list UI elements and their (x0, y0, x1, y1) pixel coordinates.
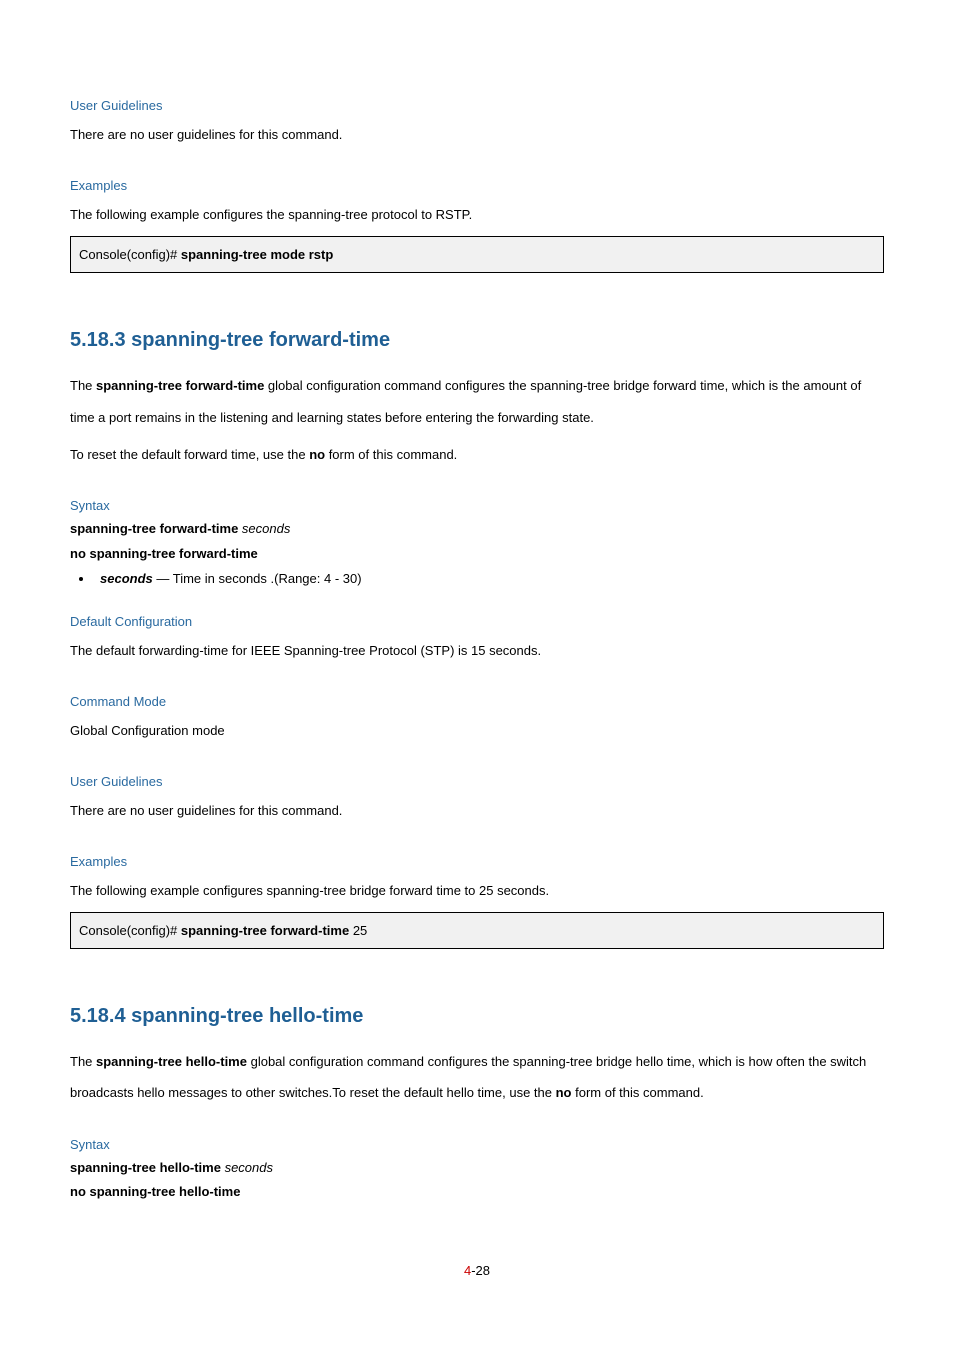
text-user-guidelines-1: There are no user guidelines for this co… (70, 119, 884, 150)
heading-user-guidelines-2: User Guidelines (70, 774, 884, 789)
param-name-seconds: seconds (100, 571, 153, 586)
code-command-2: spanning-tree forward-time (181, 923, 353, 938)
code-box-2: Console(config)# spanning-tree forward-t… (70, 912, 884, 949)
syntax1-param: seconds (242, 521, 290, 536)
desc2-bold: no (309, 447, 325, 462)
param-desc-seconds: — Time in seconds .(Range: 4 - 30) (153, 571, 362, 586)
desc-bold-2: spanning-tree hello-time (96, 1054, 247, 1069)
desc-post-2: form of this command. (572, 1085, 704, 1100)
syntax-line-2: no spanning-tree forward-time (70, 544, 884, 565)
desc-bold-1: spanning-tree forward-time (96, 378, 264, 393)
heading-syntax-1: Syntax (70, 498, 884, 513)
heading-syntax-2: Syntax (70, 1137, 884, 1152)
desc-hello-time: The spanning-tree hello-time global conf… (70, 1046, 884, 1108)
syntax1-cmd: spanning-tree forward-time (70, 521, 242, 536)
heading-default-config: Default Configuration (70, 614, 884, 629)
code-command-1: spanning-tree mode rstp (181, 247, 333, 262)
section-title-hello-time: 5.18.4 spanning-tree hello-time (70, 1005, 884, 1028)
syntax-line-4: no spanning-tree hello-time (70, 1182, 884, 1203)
syntax2-param: seconds (225, 1160, 273, 1175)
text-command-mode: Global Configuration mode (70, 715, 884, 746)
desc-forward-time-1: The spanning-tree forward-time global co… (70, 370, 884, 432)
text-example-2: The following example configures spannin… (70, 875, 884, 906)
heading-examples-2: Examples (70, 854, 884, 869)
page-number: 4-28 (70, 1263, 884, 1278)
text-user-guidelines-2: There are no user guidelines for this co… (70, 795, 884, 826)
heading-command-mode: Command Mode (70, 694, 884, 709)
section-title-forward-time: 5.18.3 spanning-tree forward-time (70, 329, 884, 352)
text-example-1: The following example configures the spa… (70, 199, 884, 230)
heading-user-guidelines-1: User Guidelines (70, 98, 884, 113)
syntax-line-1: spanning-tree forward-time seconds (70, 519, 884, 540)
desc-pre-2: The (70, 1054, 96, 1069)
param-item-seconds: seconds — Time in seconds .(Range: 4 - 3… (94, 571, 884, 586)
param-list-1: seconds — Time in seconds .(Range: 4 - 3… (94, 571, 884, 586)
code-prompt-1: Console(config)# (79, 247, 181, 262)
syntax2-cmd: spanning-tree hello-time (70, 1160, 225, 1175)
syntax-line-3: spanning-tree hello-time seconds (70, 1158, 884, 1179)
desc-forward-time-2: To reset the default forward time, use t… (70, 439, 884, 470)
desc-pre-1: The (70, 378, 96, 393)
page-number-suffix: -28 (471, 1263, 490, 1278)
heading-examples-1: Examples (70, 178, 884, 193)
desc-bold2-2: no (556, 1085, 572, 1100)
code-box-1: Console(config)# spanning-tree mode rstp (70, 236, 884, 273)
text-default-config: The default forwarding-time for IEEE Spa… (70, 635, 884, 666)
code-arg-2: 25 (353, 923, 367, 938)
desc2-post: form of this command. (325, 447, 457, 462)
code-prompt-2: Console(config)# (79, 923, 181, 938)
desc2-pre: To reset the default forward time, use t… (70, 447, 309, 462)
